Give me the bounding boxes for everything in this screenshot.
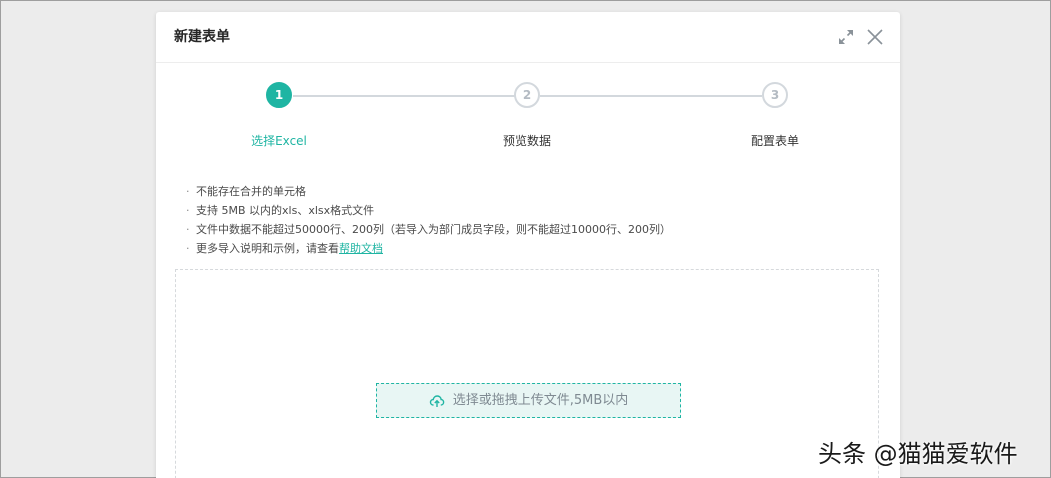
dialog-title: 新建表单 (174, 29, 230, 45)
step-connector-1-2 (293, 95, 515, 97)
step-2-label: 预览数据 (502, 134, 551, 148)
new-form-dialog: 新建表单 1 2 3 选择Excel 预览数据 配置表单 · 不能存在合并的单元格… (156, 12, 900, 478)
help-docs-link[interactable]: 帮助文档 (339, 242, 383, 255)
step-2-circle: 2 (514, 82, 540, 108)
step-3-label: 配置表单 (750, 134, 799, 148)
note-text: 支持 5MB 以内的xls、xlsx格式文件 (196, 204, 375, 217)
note-text: 更多导入说明和示例，请查看 (196, 242, 339, 255)
file-drop-zone[interactable]: 选择或拖拽上传文件,5MB以内 (175, 269, 879, 478)
list-item: · 不能存在合并的单元格 (186, 185, 306, 198)
expand-icon[interactable] (836, 27, 856, 47)
step-3-circle: 3 (762, 82, 788, 108)
close-icon[interactable] (865, 27, 885, 47)
steps-indicator: 1 2 3 选择Excel 预览数据 配置表单 (156, 74, 900, 154)
upload-button-label: 选择或拖拽上传文件,5MB以内 (452, 392, 629, 408)
cloud-upload-icon (429, 393, 445, 409)
upload-button[interactable]: 选择或拖拽上传文件,5MB以内 (376, 383, 681, 418)
import-notes-list: · 不能存在合并的单元格 · 支持 5MB 以内的xls、xlsx格式文件 · 文件中… (186, 182, 886, 258)
step-1-label: 选择Excel (251, 134, 307, 148)
step-1-circle: 1 (266, 82, 292, 108)
note-text: 文件中数据不能超过50000行、200列（若导入为部门成员字段，则不能超过100… (196, 223, 671, 236)
watermark-text: 头条 @猫猫爱软件 (818, 440, 1018, 468)
note-text: 不能存在合并的单元格 (196, 185, 306, 198)
step-connector-2-3 (540, 95, 762, 97)
list-item: · 支持 5MB 以内的xls、xlsx格式文件 (186, 204, 375, 217)
dialog-header: 新建表单 (156, 12, 900, 63)
list-item: · 文件中数据不能超过50000行、200列（若导入为部门成员字段，则不能超过10… (186, 223, 671, 236)
list-item: · 更多导入说明和示例，请查看帮助文档 (186, 242, 383, 255)
